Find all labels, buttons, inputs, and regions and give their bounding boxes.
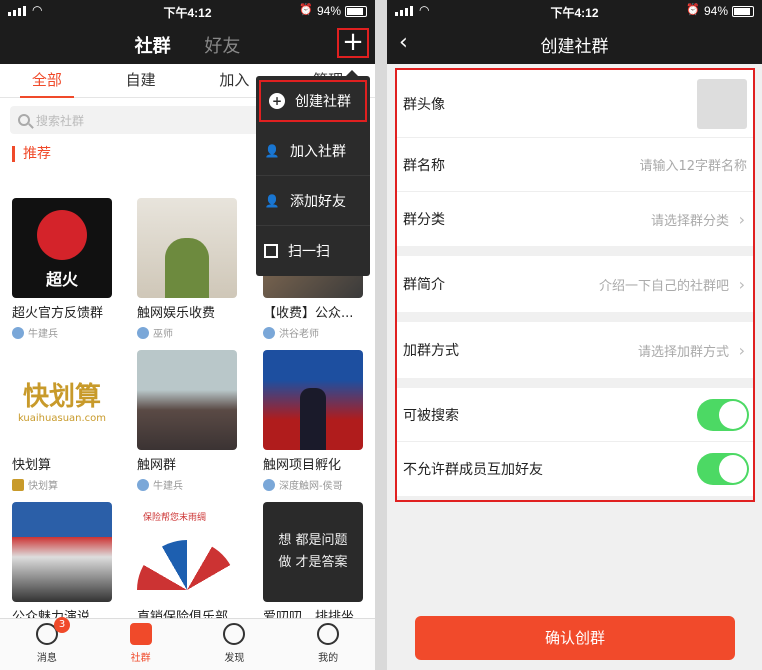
category-value: 请选择群分类	[650, 213, 729, 229]
group-image: 快划算 kuaihuasuan.com	[12, 350, 112, 450]
user-group-icon: 👤	[264, 143, 280, 158]
compass-icon	[223, 623, 246, 645]
nav-bar: ‹ 创建社群	[387, 22, 762, 64]
create-form: 群头像 群名称 请输入12字群名称 群分类 请选择群分类 › 群简介 介绍一下自…	[395, 68, 755, 502]
confirm-create-button[interactable]: 确认创群	[415, 616, 735, 660]
group-owner: 牛建兵	[137, 477, 252, 492]
group-image	[263, 350, 363, 450]
group-card[interactable]: 公众魅力演说...	[12, 502, 127, 625]
tab-all[interactable]: 全部	[0, 64, 94, 98]
no-friend-toggle[interactable]	[697, 453, 749, 485]
battery-icon	[345, 6, 367, 17]
tab-messages[interactable]: 3 消息	[0, 617, 94, 670]
group-image	[137, 350, 237, 450]
plus-circle-icon: +	[269, 93, 285, 109]
group-name: 触网群	[137, 458, 177, 473]
avatar	[263, 478, 275, 491]
tab-community[interactable]: 社群	[135, 36, 171, 57]
group-name: 触网娱乐收费	[137, 306, 216, 321]
group-owner: 巫师	[137, 325, 252, 340]
group-image: 超火	[12, 198, 112, 298]
status-bar: ◠ 下午4:12 ⏰ 94%	[387, 0, 762, 22]
user-icon	[317, 623, 340, 645]
group-image: 想 都是问题 做 才是答案	[263, 502, 363, 602]
avatar-placeholder[interactable]	[697, 78, 747, 129]
community-icon	[129, 623, 152, 645]
group-card[interactable]: 超火 超火官方反馈群 牛建兵	[12, 198, 127, 340]
alarm-icon: ⏰	[299, 4, 313, 16]
tab-community-bottom[interactable]: 社群	[94, 619, 188, 670]
add-user-icon: 👤	[264, 193, 280, 208]
group-name: 超火官方反馈群	[12, 306, 104, 321]
chevron-right-icon: ›	[738, 209, 745, 229]
group-image	[137, 198, 237, 298]
join-method-row[interactable]: 加群方式 请选择加群方式 ›	[397, 322, 753, 378]
left-screen: ◠ 下午4:12 ⏰ 94% 社群 好友 + 全部 自建 加入 管理 搜索社群 …	[0, 0, 375, 670]
menu-scan[interactable]: 扫一扫	[256, 226, 370, 276]
intro-row[interactable]: 群简介 介绍一下自己的社群吧 ›	[397, 256, 753, 312]
nav-bar: 社群 好友 +	[0, 22, 375, 64]
avatar	[137, 478, 149, 491]
group-card[interactable]: 保险帮您末雨绸 直销保险俱乐部	[137, 502, 252, 625]
scan-icon	[264, 244, 278, 258]
menu-create-community[interactable]: + 创建社群	[259, 80, 367, 122]
menu-join-community[interactable]: 👤 加入社群	[256, 126, 370, 176]
group-image	[12, 502, 112, 602]
group-name-field[interactable]: 请输入12字群名称	[639, 155, 747, 174]
status-bar: ◠ 下午4:12 ⏰ 94%	[0, 0, 375, 22]
right-screen: ◠ 下午4:12 ⏰ 94% ‹ 创建社群 群头像 群名称 请输入12字群名称 …	[387, 0, 762, 670]
group-name: 快划算	[12, 458, 52, 473]
group-owner: 快划算	[12, 477, 127, 492]
group-card[interactable]: 触网项目孵化 深度触网-侯哥	[263, 350, 375, 492]
chevron-right-icon: ›	[738, 340, 745, 360]
tab-self-built[interactable]: 自建	[94, 64, 188, 97]
alarm-icon: ⏰	[686, 4, 700, 16]
group-owner: 牛建兵	[12, 325, 127, 340]
category-row[interactable]: 群分类 请选择群分类 ›	[397, 192, 753, 246]
group-owner: 洪谷老师	[263, 325, 375, 340]
page-title: 创建社群	[540, 37, 609, 57]
group-card[interactable]: 快划算 kuaihuasuan.com 快划算 快划算	[12, 350, 127, 492]
add-menu: + 创建社群 👤 加入社群 👤 添加好友 扫一扫	[256, 70, 370, 276]
intro-value: 介绍一下自己的社群吧	[598, 278, 729, 294]
add-button[interactable]: +	[337, 28, 369, 58]
avatar	[137, 326, 149, 339]
group-card[interactable]: 触网娱乐收费 巫师	[137, 198, 252, 340]
avatar	[12, 478, 24, 491]
group-card[interactable]: 触网群 牛建兵	[137, 350, 252, 492]
bottom-tab-bar: 3 消息 社群 发现 我的	[0, 617, 375, 670]
unread-badge: 3	[54, 617, 70, 633]
group-name: 触网项目孵化	[263, 458, 342, 473]
searchable-row: 可被搜索	[397, 388, 753, 442]
avatar-row[interactable]: 群头像	[397, 70, 753, 138]
group-name: 【收费】公众...	[263, 306, 354, 321]
join-method-value: 请选择加群方式	[637, 344, 729, 360]
group-owner: 深度触网-侯哥	[263, 477, 375, 492]
tab-discover[interactable]: 发现	[188, 619, 282, 670]
group-card[interactable]: 想 都是问题 做 才是答案 爱叨叨，排排坐	[263, 502, 375, 625]
search-placeholder: 搜索社群	[36, 113, 85, 128]
battery-percent: 94%	[316, 4, 341, 18]
menu-add-friend[interactable]: 👤 添加好友	[256, 176, 370, 226]
tab-me[interactable]: 我的	[281, 619, 375, 670]
avatar	[12, 326, 24, 339]
search-icon	[18, 114, 30, 126]
battery-icon	[732, 6, 754, 17]
searchable-toggle[interactable]	[697, 398, 749, 431]
no-friend-row: 不允许群成员互加好友	[397, 442, 753, 496]
group-image: 保险帮您末雨绸	[137, 502, 237, 602]
avatar	[263, 326, 275, 339]
group-name-row: 群名称 请输入12字群名称	[397, 138, 753, 192]
tab-friends[interactable]: 好友	[204, 36, 240, 57]
chevron-right-icon: ›	[738, 274, 745, 294]
battery-percent: 94%	[703, 4, 728, 18]
